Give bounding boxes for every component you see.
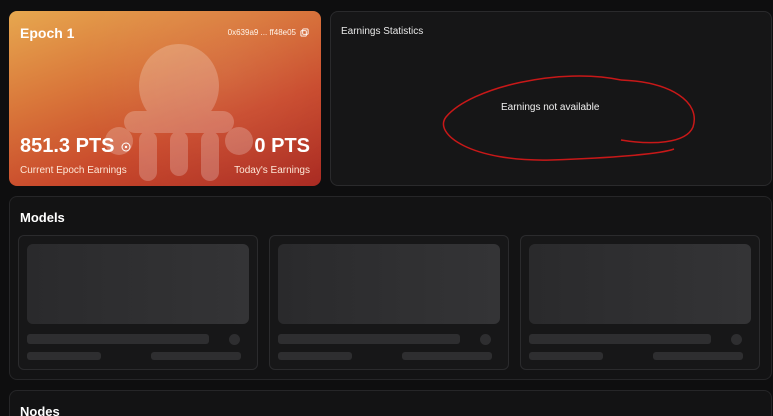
skeleton-dot — [731, 334, 742, 345]
earnings-statistics-card: Earnings Statistics Earnings not availab… — [330, 11, 772, 186]
annotation-circle — [442, 75, 696, 161]
epoch-title: Epoch 1 — [20, 25, 75, 41]
wallet-address[interactable]: 0x639a9 ... ff48e05 — [228, 28, 309, 37]
nodes-panel: Nodes — [9, 390, 772, 416]
model-card-placeholder[interactable] — [18, 235, 258, 370]
skeleton-line — [27, 334, 209, 344]
skeleton-dot — [229, 334, 240, 345]
skeleton-line — [278, 334, 460, 344]
skeleton-line — [653, 352, 743, 360]
info-icon[interactable] — [121, 142, 131, 152]
skeleton-image — [278, 244, 500, 324]
skeleton-dot — [480, 334, 491, 345]
wallet-address-text: 0x639a9 ... ff48e05 — [227, 28, 296, 37]
skeleton-line — [151, 352, 241, 360]
copy-icon[interactable] — [300, 28, 309, 37]
model-card-placeholder[interactable] — [269, 235, 509, 370]
skeleton-line — [529, 352, 603, 360]
skeleton-line — [402, 352, 492, 360]
skeleton-line — [529, 334, 711, 344]
current-epoch-pts: 851.3 PTS — [20, 135, 131, 158]
today-label: Today's Earnings — [234, 165, 310, 176]
models-title: Models — [20, 210, 65, 225]
current-epoch-label: Current Epoch Earnings — [20, 165, 127, 176]
earnings-empty-message: Earnings not available — [501, 102, 600, 113]
skeleton-image — [27, 244, 249, 324]
earnings-statistics-title: Earnings Statistics — [341, 26, 424, 37]
epoch-card: Epoch 1 0x639a9 ... ff48e05 851.3 PTS Cu… — [9, 11, 321, 186]
models-panel: Models — [9, 196, 772, 380]
nodes-title: Nodes — [20, 404, 60, 416]
model-card-placeholder[interactable] — [520, 235, 760, 370]
current-epoch-pts-value: 851.3 PTS — [20, 135, 115, 157]
today-pts-value: 0 PTS — [254, 135, 310, 157]
octopus-logo-icon — [105, 44, 253, 181]
skeleton-line — [27, 352, 101, 360]
skeleton-line — [278, 352, 352, 360]
skeleton-image — [529, 244, 751, 324]
